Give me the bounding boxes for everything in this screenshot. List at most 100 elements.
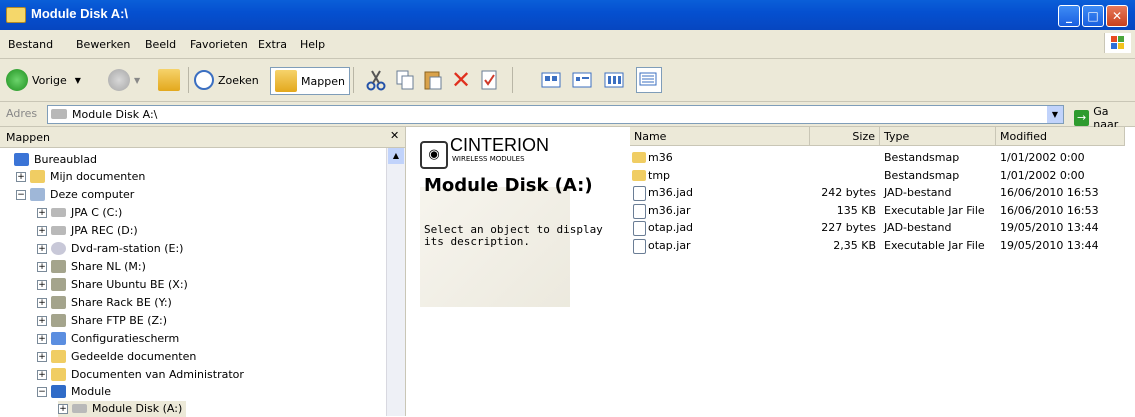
folders-button[interactable]: Mappen <box>270 67 350 95</box>
title-bar: Module Disk A:\ _ □ ✕ <box>0 0 1135 30</box>
info-title: Module Disk (A:) <box>424 175 593 196</box>
tree-item-label: Dvd-ram-station (E:) <box>71 242 184 255</box>
menu-extra[interactable]: Extra <box>258 38 287 51</box>
go-arrow-icon: → <box>1074 110 1090 126</box>
file-size: 2,35 KB <box>833 239 876 252</box>
folders-pane-title: Mappen <box>6 131 50 144</box>
menu-beeld[interactable]: Beeld <box>145 38 176 51</box>
menu-favorieten[interactable]: Favorieten <box>190 38 248 51</box>
view-thumbnails-icon[interactable] <box>540 69 562 91</box>
expand-icon[interactable]: + <box>37 334 47 344</box>
column-header-type[interactable]: Type <box>880 127 996 146</box>
tree-item-label: JPA REC (D:) <box>71 224 138 237</box>
collapse-icon[interactable]: − <box>16 190 26 200</box>
close-button[interactable]: ✕ <box>1106 5 1128 27</box>
expand-icon[interactable]: + <box>37 226 47 236</box>
tree-item-label: Share Ubuntu BE (X:) <box>71 278 188 291</box>
tree-item-share-ubuntu[interactable]: + Share Ubuntu BE (X:) <box>37 277 188 293</box>
tree-item-share-nl[interactable]: + Share NL (M:) <box>37 259 146 275</box>
maximize-button[interactable]: □ <box>1082 5 1104 27</box>
content-pane: ◉ CINTERION WIRELESS MODULES Module Disk… <box>406 127 1135 416</box>
jar-file-icon <box>633 204 646 219</box>
expand-icon[interactable]: + <box>37 370 47 380</box>
folder-icon <box>632 152 646 163</box>
tree-item-module-disk[interactable]: + Module Disk (A:) <box>58 401 187 417</box>
tree-item-configuratiescherm[interactable]: + Configuratiescherm <box>37 331 179 347</box>
network-drive-icon <box>51 260 66 273</box>
menu-bestand[interactable]: Bestand <box>8 38 53 51</box>
file-type: Bestandsmap <box>884 169 960 182</box>
computer-icon <box>30 188 45 201</box>
forward-arrow-icon <box>108 69 130 91</box>
expand-icon[interactable]: + <box>37 352 47 362</box>
menu-help[interactable]: Help <box>300 38 325 51</box>
paste-icon[interactable] <box>422 69 444 91</box>
file-type: Bestandsmap <box>884 151 960 164</box>
folders-pane-header: Mappen ✕ <box>0 127 405 148</box>
control-panel-icon <box>51 332 66 345</box>
windows-logo-icon <box>1104 33 1131 53</box>
folder-icon <box>51 350 66 363</box>
toolbar: Vorige ▼ ▼ Zoeken Mappen ✕ <box>0 59 1135 102</box>
scroll-up-icon[interactable]: ▲ <box>388 148 404 164</box>
expand-icon[interactable]: + <box>37 280 47 290</box>
folder-icon <box>30 170 45 183</box>
expand-icon[interactable]: + <box>37 208 47 218</box>
tree-item-jpa-c[interactable]: + JPA C (C:) <box>37 205 122 221</box>
column-header-name[interactable]: Name <box>630 127 810 146</box>
chevron-down-icon: ▼ <box>134 75 141 85</box>
file-type: JAD-bestand <box>884 221 952 234</box>
column-header-size[interactable]: Size <box>810 127 880 146</box>
minimize-button[interactable]: _ <box>1058 5 1080 27</box>
column-header-modified[interactable]: Modified <box>996 127 1125 146</box>
properties-icon[interactable] <box>478 69 500 91</box>
network-drive-icon <box>51 278 66 291</box>
jar-file-icon <box>633 239 646 254</box>
tree-item-label: JPA C (C:) <box>71 206 123 219</box>
file-type: Executable Jar File <box>884 204 985 217</box>
menu-bewerken[interactable]: Bewerken <box>76 38 130 51</box>
file-name: m36.jar <box>648 204 691 217</box>
cut-icon[interactable] <box>365 69 387 91</box>
expand-icon[interactable]: + <box>58 404 68 414</box>
expand-icon[interactable]: + <box>37 244 47 254</box>
address-input[interactable]: Module Disk A:\ ▼ <box>47 105 1064 124</box>
tree-item-share-ftp[interactable]: + Share FTP BE (Z:) <box>37 313 167 329</box>
close-icon[interactable]: ✕ <box>390 129 399 142</box>
tree-item-dvd-ram[interactable]: + Dvd-ram-station (E:) <box>37 241 183 257</box>
chevron-down-icon[interactable]: ▼ <box>1047 106 1063 123</box>
tree-scrollbar[interactable]: ▲ <box>386 148 405 416</box>
file-name: otap.jad <box>648 221 694 234</box>
delete-icon[interactable]: ✕ <box>450 68 472 92</box>
tree-item-label: Share Rack BE (Y:) <box>71 296 172 309</box>
copy-icon[interactable] <box>394 69 416 91</box>
tree-item-gedeelde-documenten[interactable]: + Gedeelde documenten <box>37 349 196 365</box>
chevron-down-icon: ▼ <box>74 75 81 85</box>
back-button[interactable]: Vorige ▼ <box>6 67 81 93</box>
tree-item-documenten-administrator[interactable]: + Documenten van Administrator <box>37 367 244 383</box>
tree-item-deze-computer[interactable]: − Deze computer <box>16 187 134 203</box>
tree-item-label: Mijn documenten <box>50 170 146 183</box>
module-icon <box>51 385 66 398</box>
folder-icon <box>51 368 66 381</box>
file-modified: 19/05/2010 13:44 <box>1000 239 1099 252</box>
file-type: Executable Jar File <box>884 239 985 252</box>
expand-icon[interactable]: + <box>37 298 47 308</box>
expand-icon[interactable]: + <box>16 172 26 182</box>
collapse-icon[interactable]: − <box>37 387 47 397</box>
expand-icon[interactable]: + <box>37 316 47 326</box>
view-list-icon[interactable] <box>603 69 625 91</box>
tree-item-module[interactable]: − Module <box>37 384 111 400</box>
tree-item-bureaublad[interactable]: Bureaublad <box>14 152 97 168</box>
tree-item-mijn-documenten[interactable]: + Mijn documenten <box>16 169 145 185</box>
view-tiles-icon[interactable] <box>571 69 593 91</box>
address-bar: Adres Module Disk A:\ ▼ → Ga naar <box>0 102 1135 131</box>
forward-button[interactable]: ▼ <box>108 67 140 93</box>
view-details-icon[interactable] <box>636 67 662 93</box>
expand-icon[interactable]: + <box>37 262 47 272</box>
up-folder-button[interactable] <box>158 67 184 93</box>
tree-item-share-rack[interactable]: + Share Rack BE (Y:) <box>37 295 172 311</box>
jad-file-icon <box>633 221 646 236</box>
search-button[interactable]: Zoeken <box>194 67 259 93</box>
tree-item-jpa-rec[interactable]: + JPA REC (D:) <box>37 223 138 239</box>
